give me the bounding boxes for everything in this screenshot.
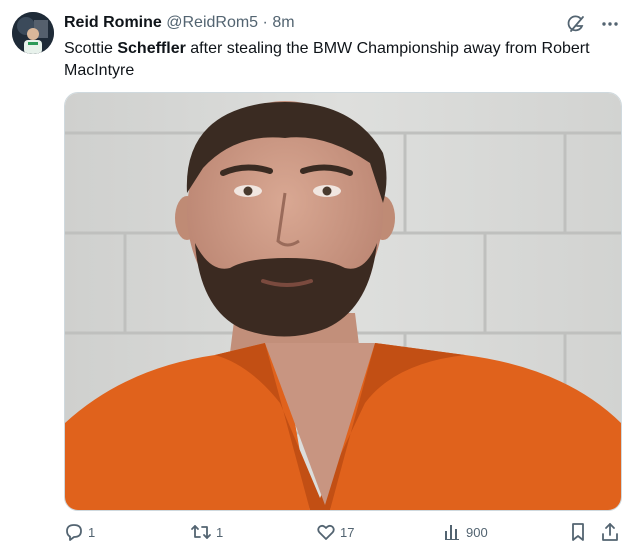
- like-icon: [317, 524, 335, 540]
- tweet-text: Scottie Scheffler after stealing the BMW…: [64, 38, 620, 82]
- tweet-text-highlight: Scheffler: [117, 40, 186, 57]
- avatar-image: [12, 12, 54, 54]
- like-count: 17: [340, 524, 355, 540]
- tweet-media[interactable]: [64, 92, 622, 511]
- repost-button[interactable]: 1: [190, 522, 223, 542]
- author-handle[interactable]: @ReidRom5: [166, 14, 258, 31]
- reply-button[interactable]: 1: [64, 522, 95, 542]
- more-icon[interactable]: [600, 14, 620, 39]
- views-count: 900: [466, 524, 488, 540]
- tweet-text-part: Scottie: [64, 40, 118, 57]
- tweet-header: Reid Romine @ReidRom5 · 8m: [64, 14, 620, 34]
- like-button[interactable]: 17: [316, 522, 354, 542]
- action-bar: 1 1 17 900: [64, 522, 620, 546]
- bookmark-icon: [572, 523, 584, 541]
- timestamp[interactable]: 8m: [272, 14, 294, 31]
- share-button[interactable]: [600, 522, 620, 542]
- views-button[interactable]: 900: [442, 522, 488, 542]
- avatar[interactable]: [12, 12, 54, 54]
- author-name[interactable]: Reid Romine: [64, 14, 162, 31]
- grok-icon[interactable]: [566, 14, 586, 39]
- repost-count: 1: [216, 524, 224, 540]
- bookmark-button[interactable]: [568, 522, 588, 542]
- views-icon: [445, 525, 459, 540]
- separator-dot: ·: [262, 14, 268, 31]
- reply-count: 1: [88, 524, 96, 540]
- reply-icon: [66, 524, 82, 541]
- top-icons: [566, 14, 620, 39]
- repost-icon: [191, 525, 211, 539]
- mugshot-photo: [65, 93, 621, 510]
- share-icon: [602, 523, 618, 541]
